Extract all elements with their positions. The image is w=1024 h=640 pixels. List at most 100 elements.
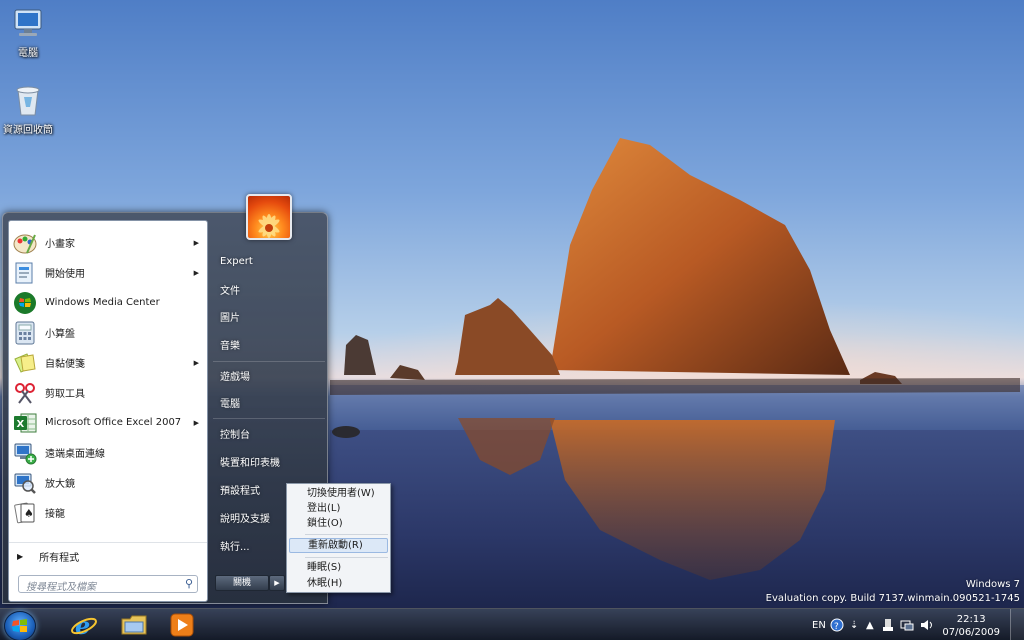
flower-icon: [258, 214, 280, 238]
caret-up-icon: ▲: [866, 619, 874, 631]
program-label: 開始使用: [45, 269, 85, 280]
menu-item-label: 睡眠(S): [307, 562, 342, 573]
taskbar-media-player[interactable]: [160, 611, 204, 639]
start-menu: 小畫家 ▶ 開始使用 ▶ Windows Media Center 小算盤 自黏…: [2, 212, 328, 604]
program-label: 小算盤: [45, 329, 75, 340]
menu-item-label: 登出(L): [307, 503, 341, 514]
start-search-input[interactable]: 搜尋程式及檔案 ⚲: [18, 575, 198, 593]
program-item-remote-desktop[interactable]: 遠端桌面連線: [12, 438, 205, 467]
taskbar-internet-explorer[interactable]: e: [62, 611, 106, 639]
taskbar-windows-explorer[interactable]: [112, 611, 156, 639]
program-item-excel[interactable]: X Microsoft Office Excel 2007 ▶: [12, 408, 205, 437]
internet-explorer-icon: e: [71, 611, 97, 639]
magnifier-icon: [12, 470, 38, 496]
menu-item-log-off[interactable]: 登出(L): [289, 501, 388, 516]
shutdown-options-button[interactable]: ▶: [269, 575, 285, 591]
menu-item-lock[interactable]: 鎖住(O): [289, 516, 388, 531]
menu-divider: [305, 534, 388, 535]
help-tray-icon[interactable]: ?: [830, 609, 844, 640]
program-item-calculator[interactable]: 小算盤: [12, 318, 205, 347]
menu-item-restart[interactable]: 重新啟動(R): [289, 538, 388, 553]
submenu-arrow-icon: ▶: [193, 358, 199, 367]
menu-item-switch-user[interactable]: 切換使用者(W): [289, 486, 388, 501]
program-label: 剪取工具: [45, 389, 85, 400]
menu-item-sleep[interactable]: 睡眠(S): [289, 560, 388, 575]
submenu-arrow-icon: ▶: [193, 418, 199, 427]
evaluation-watermark: Windows 7 Evaluation copy. Build 7137.wi…: [766, 578, 1020, 606]
right-link-documents[interactable]: 文件: [218, 276, 328, 303]
right-link-label: Expert: [220, 256, 253, 267]
right-link-pictures[interactable]: 圖片: [218, 303, 328, 330]
right-link-music[interactable]: 音樂: [218, 331, 328, 358]
program-item-getting-started[interactable]: 開始使用 ▶: [12, 258, 205, 287]
desktop-icon-computer[interactable]: 電腦: [0, 8, 58, 59]
computer-icon: [14, 9, 42, 36]
desktop-icon-recycle-bin[interactable]: 資源回收筒: [0, 83, 58, 136]
program-item-sticky-notes[interactable]: 自黏便箋 ▶: [12, 348, 205, 377]
windows-logo-icon: [12, 619, 27, 632]
program-item-solitaire[interactable]: ♠ 接龍: [12, 498, 205, 527]
program-label: 遠端桌面連線: [45, 449, 105, 460]
usb-device-icon: [883, 619, 893, 631]
shutdown-label: 關機: [232, 578, 251, 588]
all-programs-button[interactable]: ▶ 所有程式: [9, 542, 207, 569]
input-options-tray-icon[interactable]: ⇣: [850, 609, 858, 640]
menu-divider: [305, 557, 388, 558]
input-options-icon: ⇣: [850, 619, 859, 631]
clock-time: 22:13: [956, 614, 986, 625]
right-link-devices-printers[interactable]: 裝置和印表機: [218, 448, 328, 475]
program-item-paint[interactable]: 小畫家 ▶: [12, 228, 205, 257]
solitaire-icon: ♠: [12, 500, 38, 526]
shutdown-button[interactable]: 關機: [215, 575, 269, 591]
program-item-magnifier[interactable]: 放大鏡: [12, 468, 205, 497]
show-desktop-button[interactable]: [1010, 609, 1024, 640]
menu-item-label: 重新啟動(R): [308, 540, 363, 551]
taskbar: e EN ? ⇣ ▲ 22:13 07/06/2009: [0, 608, 1024, 640]
right-link-computer[interactable]: 電腦: [218, 389, 328, 416]
right-link-label: 控制台: [220, 430, 250, 441]
program-label: Windows Media Center: [45, 297, 160, 308]
program-label: 自黏便箋: [45, 359, 85, 370]
right-link-label: 裝置和印表機: [220, 458, 280, 469]
menu-divider: [213, 418, 325, 419]
right-link-label: 音樂: [220, 341, 240, 352]
speaker-icon: [921, 620, 932, 630]
media-player-icon: [170, 613, 194, 637]
right-link-control-panel[interactable]: 控制台: [218, 420, 328, 447]
search-icon[interactable]: ⚲: [185, 577, 193, 590]
recycle-bin-icon: [16, 86, 40, 116]
taskbar-clock[interactable]: 22:13 07/06/2009: [942, 613, 1000, 639]
menu-item-label: 鎖住(O): [307, 518, 343, 529]
search-placeholder: 搜尋程式及檔案: [26, 582, 96, 593]
menu-item-hibernate[interactable]: 休眠(H): [289, 576, 388, 591]
svg-text:♠: ♠: [24, 507, 34, 520]
program-item-snipping-tool[interactable]: 剪取工具: [12, 378, 205, 407]
language-label: EN: [812, 619, 826, 631]
start-button[interactable]: [4, 611, 36, 640]
menu-item-label: 休眠(H): [307, 578, 343, 589]
sticky-notes-icon: [12, 350, 38, 376]
start-menu-programs-pane: 小畫家 ▶ 開始使用 ▶ Windows Media Center 小算盤 自黏…: [8, 220, 208, 602]
safely-remove-tray-icon[interactable]: [882, 609, 894, 640]
shutdown-options-menu: 切換使用者(W) 登出(L) 鎖住(O) 重新啟動(R) 睡眠(S) 休眠(H): [286, 483, 391, 593]
program-item-media-center[interactable]: Windows Media Center: [12, 288, 205, 317]
language-indicator[interactable]: EN: [812, 609, 826, 640]
right-link-expert[interactable]: Expert: [218, 248, 328, 275]
volume-tray-icon[interactable]: [920, 609, 934, 640]
show-hidden-icons-button[interactable]: ▲: [866, 609, 874, 640]
help-icon: ?: [830, 618, 844, 632]
program-label: Microsoft Office Excel 2007: [45, 417, 182, 428]
calculator-icon: [12, 320, 38, 346]
right-link-label: 遊戲場: [220, 372, 250, 383]
desktop-icon-label: 電腦: [18, 48, 38, 59]
right-link-games[interactable]: 遊戲場: [218, 362, 328, 389]
right-link-label: 預設程式: [220, 486, 260, 497]
svg-text:X: X: [17, 419, 25, 430]
getting-started-icon: [12, 260, 38, 286]
right-link-label: 圖片: [220, 313, 240, 324]
svg-text:?: ?: [834, 622, 839, 632]
all-programs-label: 所有程式: [39, 552, 80, 564]
user-account-picture[interactable]: [246, 194, 292, 240]
right-link-label: 文件: [220, 286, 240, 297]
network-tray-icon[interactable]: [900, 609, 914, 640]
